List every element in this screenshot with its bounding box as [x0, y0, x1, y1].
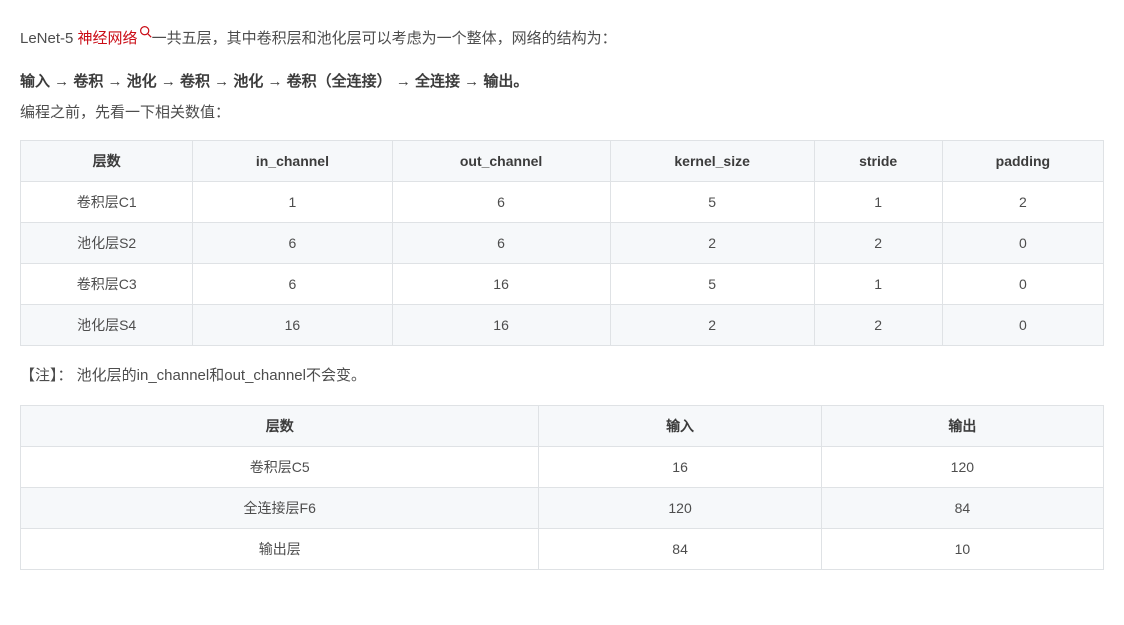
params-table-1: 层数 in_channel out_channel kernel_size st… [20, 140, 1104, 346]
cell: 0 [942, 223, 1103, 264]
cell: 0 [942, 305, 1103, 346]
cell: 卷积层C3 [21, 264, 193, 305]
cell: 全连接层F6 [21, 488, 539, 529]
col-header: out_channel [392, 141, 610, 182]
table-row: 池化层S4 16 16 2 2 0 [21, 305, 1104, 346]
col-header: stride [814, 141, 942, 182]
intro-prefix: LeNet-5 [20, 30, 78, 47]
cell: 84 [821, 488, 1103, 529]
cell: 1 [814, 182, 942, 223]
cell: 2 [610, 305, 814, 346]
table-row: 全连接层F6 120 84 [21, 488, 1104, 529]
cell: 6 [392, 182, 610, 223]
table-header-row: 层数 in_channel out_channel kernel_size st… [21, 141, 1104, 182]
cell: 2 [814, 223, 942, 264]
pretext: 编程之前，先看一下相关数值： [20, 99, 1104, 126]
cell: 0 [942, 264, 1103, 305]
cell: 16 [392, 305, 610, 346]
cell: 6 [392, 223, 610, 264]
cell: 16 [539, 447, 821, 488]
intro-paragraph: LeNet-5 神经网络一共五层，其中卷积层和池化层可以考虑为一个整体，网络的结… [20, 20, 1104, 52]
table-row: 池化层S2 6 6 2 2 0 [21, 223, 1104, 264]
col-header: padding [942, 141, 1103, 182]
cell: 120 [539, 488, 821, 529]
cell: 1 [193, 182, 392, 223]
search-icon [139, 20, 152, 47]
cell: 6 [193, 264, 392, 305]
cell: 84 [539, 529, 821, 570]
nn-link[interactable]: 神经网络 [78, 30, 152, 47]
col-header: in_channel [193, 141, 392, 182]
table-row: 卷积层C1 1 6 5 1 2 [21, 182, 1104, 223]
cell: 输出层 [21, 529, 539, 570]
cell: 池化层S2 [21, 223, 193, 264]
cell: 池化层S4 [21, 305, 193, 346]
cell: 5 [610, 264, 814, 305]
cell: 10 [821, 529, 1103, 570]
cell: 卷积层C5 [21, 447, 539, 488]
col-header: kernel_size [610, 141, 814, 182]
cell: 1 [814, 264, 942, 305]
col-header: 输入 [539, 406, 821, 447]
structure-line: 输入 → 卷积 → 池化 → 卷积 → 池化 → 卷积（全连接） → 全连接 →… [20, 68, 1104, 95]
intro-suffix: 一共五层，其中卷积层和池化层可以考虑为一个整体，网络的结构为： [152, 30, 617, 47]
col-header: 层数 [21, 141, 193, 182]
cell: 5 [610, 182, 814, 223]
cell: 16 [392, 264, 610, 305]
table-row: 卷积层C5 16 120 [21, 447, 1104, 488]
cell: 16 [193, 305, 392, 346]
cell: 卷积层C1 [21, 182, 193, 223]
note-line: 【注】： 池化层的in_channel和out_channel不会变。 [20, 362, 1104, 389]
params-table-2: 层数 输入 输出 卷积层C5 16 120 全连接层F6 120 84 输出层 … [20, 405, 1104, 570]
table-row: 输出层 84 10 [21, 529, 1104, 570]
cell: 2 [814, 305, 942, 346]
cell: 2 [610, 223, 814, 264]
cell: 2 [942, 182, 1103, 223]
col-header: 层数 [21, 406, 539, 447]
link-text: 神经网络 [78, 30, 138, 47]
col-header: 输出 [821, 406, 1103, 447]
cell: 120 [821, 447, 1103, 488]
table-row: 卷积层C3 6 16 5 1 0 [21, 264, 1104, 305]
cell: 6 [193, 223, 392, 264]
table-header-row: 层数 输入 输出 [21, 406, 1104, 447]
